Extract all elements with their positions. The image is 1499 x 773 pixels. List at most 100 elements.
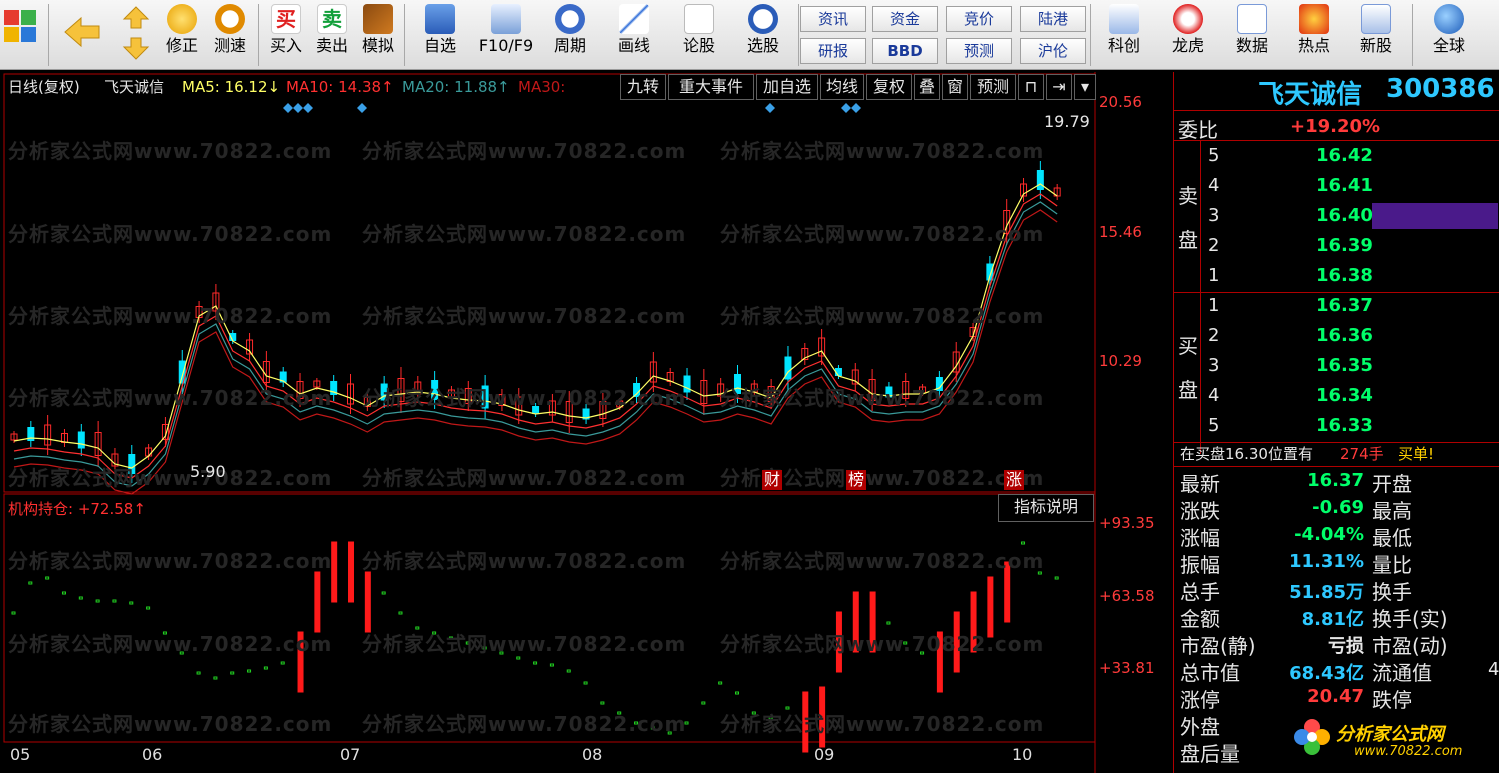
indicator-bar [331,541,338,603]
grid-layout-button[interactable] [2,8,38,46]
dragon-icon [1173,4,1203,34]
stat-label-right: 换手 [1372,580,1412,604]
watermark: 分析家公式网www.70822.com [8,386,333,410]
predict-button[interactable]: 预测 [970,74,1016,100]
auction-button[interactable]: 竞价 [946,6,1012,32]
watermark: 分析家公式网www.70822.com [362,222,687,246]
window-button[interactable]: 窗 [942,74,968,100]
event-tag-limit-up[interactable]: 涨 [1004,470,1025,490]
prev-stock-button[interactable] [118,4,154,34]
toolbar-item-龙虎[interactable]: 龙虎 [1158,0,1218,56]
main-toolbar: 修正 测速 买买入 卖卖出 模拟 自选 F10/F9 周期 画线 论股 选股 资… [0,0,1499,70]
sell-price[interactable]: 16.38 [1316,265,1373,286]
globe-icon [1434,4,1464,34]
nine-turn-button[interactable]: 九转 [620,74,666,100]
next-stock-button[interactable] [118,36,154,66]
toolbar-item-买入[interactable]: 买买入 [264,0,308,56]
buy-price[interactable]: 16.37 [1316,295,1373,316]
stat-label-right: 开盘 [1372,472,1412,496]
toolbar-item-周期[interactable]: 周期 [540,0,600,56]
lock-button[interactable]: ⊓ [1018,74,1044,100]
indicator-bar [45,576,50,580]
sh-london-button[interactable]: 沪伦 [1020,38,1086,64]
buy-price[interactable]: 16.35 [1316,355,1373,376]
toolbar-item-论股[interactable]: 论股 [670,0,728,56]
stat-label: 市盈(静) [1180,634,1256,658]
period-label[interactable]: 日线(复权) [8,77,80,97]
order-notice-text: 在买盘16.30位置有 [1180,445,1313,463]
sell-price[interactable]: 16.40 [1316,205,1373,226]
grid-icon [4,10,36,42]
kline-chart-svg[interactable] [0,72,1173,773]
capital-button[interactable]: 资金 [872,6,938,32]
sell-price[interactable]: 16.42 [1316,145,1373,166]
chart-stock-name: 飞天诚信 [104,78,165,96]
stat-value: 16.37 [1307,470,1364,491]
indicator-axis-label: +93.35 [1099,514,1155,532]
chevron-down-icon: ▾ [1080,77,1090,96]
toolbar-item-选股[interactable]: 选股 [732,0,794,56]
event-tag-financial[interactable]: 财 [762,470,783,490]
stat-label: 外盘 [1180,715,1220,739]
more-dropdown-button[interactable]: ▾ [1074,74,1096,100]
sell-label: 卖 [1178,184,1198,208]
indicator-axis-label: +63.58 [1099,587,1155,605]
ma-lines-button[interactable]: 均线 [820,74,864,100]
stat-label-right: 量比 [1372,553,1412,577]
price-axis-label: 20.56 [1099,93,1142,111]
buy-price[interactable]: 16.33 [1316,415,1373,436]
indicator-bar [1054,576,1059,580]
hk-connect-button[interactable]: 陆港 [1020,6,1086,32]
toolbar-item-自选[interactable]: 自选 [410,0,470,56]
ma20-value: MA20: 11.88↑ [402,78,510,96]
back-button[interactable] [58,14,104,54]
forecast-button[interactable]: 预测 [946,38,1012,64]
stat-label: 总市值 [1180,661,1240,685]
toolbar-item-画线[interactable]: 画线 [604,0,664,56]
toolbar-item-新股[interactable]: 新股 [1346,0,1406,56]
toolbar-item-数据[interactable]: 数据 [1222,0,1282,56]
indicator-pane-frame [3,493,1096,743]
event-tag-rank[interactable]: 榜 [846,470,867,490]
site-logo-url: www.70822.com [1354,744,1463,759]
event-diamond-marker [357,103,367,113]
news-button[interactable]: 资讯 [800,6,866,32]
bbd-button[interactable]: BBD [872,38,938,64]
hammer-icon [363,4,393,34]
toolbar-item-卖出[interactable]: 卖卖出 [310,0,354,56]
toolbar-item-科创[interactable]: 科创 [1094,0,1154,56]
research-button[interactable]: 研报 [800,38,866,64]
candle-body [77,431,85,449]
sell-price[interactable]: 16.41 [1316,175,1373,196]
buy-label: 买 [1178,334,1198,358]
watermark: 分析家公式网www.70822.com [8,549,333,573]
buy-price[interactable]: 16.36 [1316,325,1373,346]
major-events-button[interactable]: 重大事件 [668,74,754,100]
scroll-end-button[interactable]: ⇥ [1046,74,1072,100]
high-price-label: 19.79 [1044,112,1090,131]
buy-level: 3 [1208,355,1220,376]
sell-price[interactable]: 16.39 [1316,235,1373,256]
toolbar-item-全球[interactable]: 全球 [1418,0,1480,56]
add-watchlist-button[interactable]: 加自选 [756,74,818,100]
overlay-button[interactable]: 叠 [914,74,940,100]
ma5-value: MA5: 16.12↓ [182,78,281,96]
ma30-value: MA30: [518,78,566,96]
sell-label: 盘 [1178,228,1198,252]
clock-icon [215,4,245,34]
toolbar-item-测速[interactable]: 测速 [208,0,252,56]
site-logo-text: 分析家公式网 [1336,724,1444,745]
buy-price[interactable]: 16.34 [1316,385,1373,406]
indicator-help-button[interactable]: 指标说明 [998,494,1094,522]
kline-chart-area[interactable] [0,72,1173,773]
stat-label: 涨停 [1180,688,1220,712]
toolbar-item-模拟[interactable]: 模拟 [356,0,400,56]
document-icon [491,4,521,34]
adjust-button[interactable]: 复权 [866,74,912,100]
toolbar-item-修正[interactable]: 修正 [160,0,204,56]
toolbar-item-f10[interactable]: F10/F9 [474,0,538,56]
toolbar-item-热点[interactable]: 热点 [1284,0,1344,56]
watermark: 分析家公式网www.70822.com [720,712,1045,736]
indicator-axis-label: +33.81 [1099,659,1155,677]
month-label: 09 [814,745,835,764]
